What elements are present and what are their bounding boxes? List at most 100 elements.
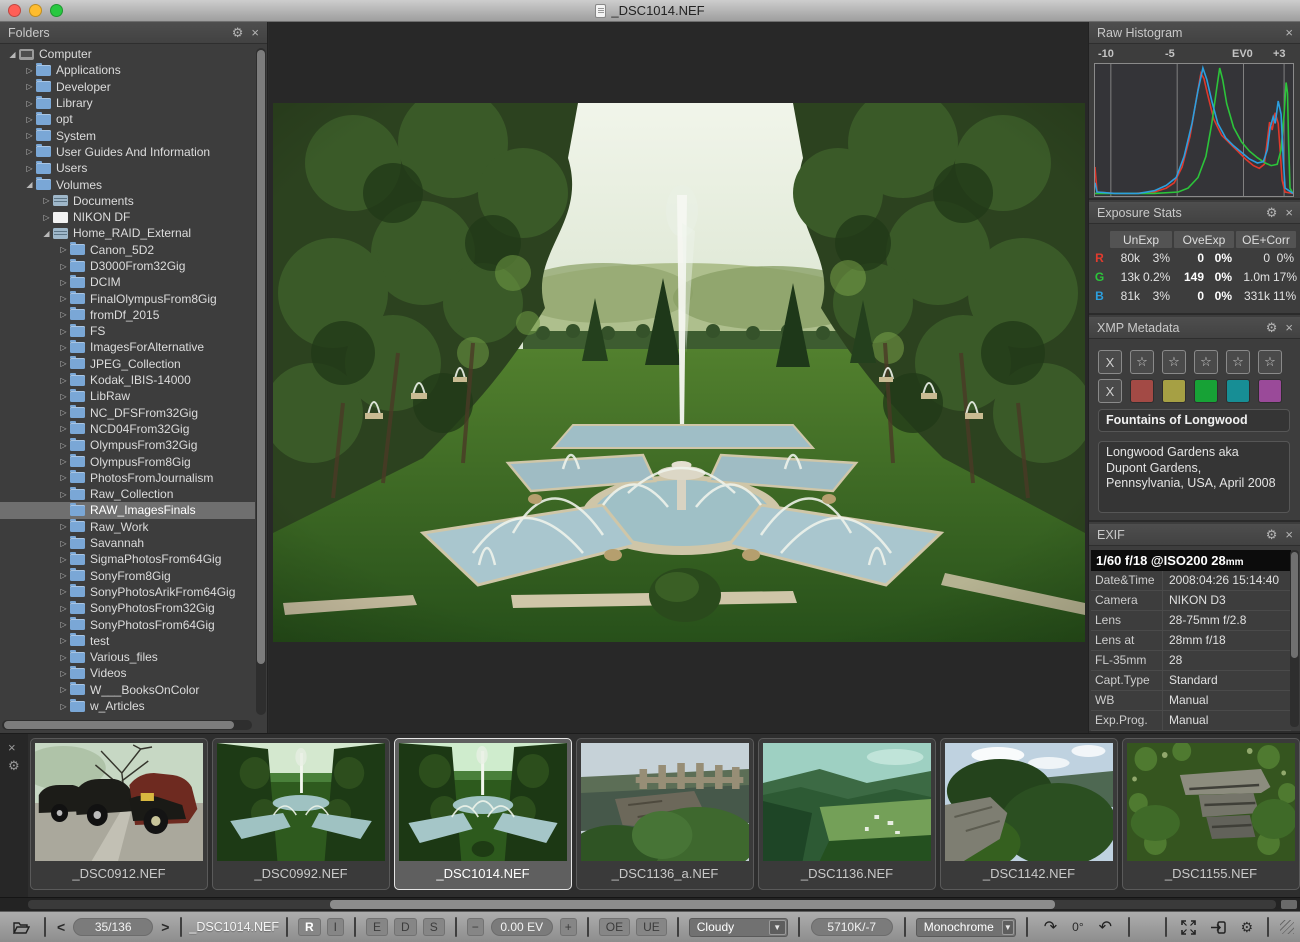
tree-item-fromdf-2015[interactable]: ▷ fromDf_2015 xyxy=(0,307,255,323)
tree-item-raw-work[interactable]: ▷ Raw_Work xyxy=(0,519,255,535)
gear-icon[interactable]: ⚙ xyxy=(232,26,244,39)
fullscreen-icon[interactable] xyxy=(1181,919,1197,935)
color-label-swatch-5[interactable] xyxy=(1258,379,1282,403)
expand-arrow-icon[interactable]: ▷ xyxy=(57,473,70,482)
details-button[interactable]: D xyxy=(394,918,417,936)
expand-arrow-icon[interactable]: ▷ xyxy=(57,620,70,629)
exif-scrollbar[interactable] xyxy=(1290,550,1299,727)
expand-arrow-icon[interactable]: ▷ xyxy=(57,359,70,368)
tree-item-raw-collection[interactable]: ▷ Raw_Collection xyxy=(0,486,255,502)
settings-gear-icon[interactable]: ⚙ xyxy=(1240,919,1253,936)
tree-item-raw-imagesfinals[interactable]: RAW_ImagesFinals xyxy=(0,502,255,519)
expand-arrow-icon[interactable]: ▷ xyxy=(57,571,70,580)
rotate-right-icon[interactable]: ↷ xyxy=(1044,917,1057,937)
tree-item-sonyphotosfrom32gig[interactable]: ▷ SonyPhotosFrom32Gig xyxy=(0,600,255,616)
filmstrip-thumbnail--dsc0912-nef[interactable]: _DSC0912.NEF xyxy=(30,738,208,890)
tree-item-sonyfrom8gig[interactable]: ▷ SonyFrom8Gig xyxy=(0,568,255,584)
gear-icon[interactable]: ⚙ xyxy=(1266,528,1278,541)
tree-item-user-guides-and-information[interactable]: ▷ User Guides And Information xyxy=(0,144,255,160)
filmstrip-thumbnail--dsc1155-nef[interactable]: _DSC1155.NEF xyxy=(1122,738,1300,890)
filmstrip-thumbnail--dsc1014-nef[interactable]: _DSC1014.NEF xyxy=(394,738,572,890)
expand-arrow-icon[interactable]: ▷ xyxy=(57,294,70,303)
expand-arrow-icon[interactable]: ▷ xyxy=(23,164,36,173)
tree-item-developer[interactable]: ▷ Developer xyxy=(0,79,255,95)
expand-arrow-icon[interactable]: ▷ xyxy=(57,310,70,319)
expand-arrow-icon[interactable]: ▷ xyxy=(57,278,70,287)
tree-item-documents[interactable]: ▷ Documents xyxy=(0,193,255,209)
tree-item-applications[interactable]: ▷ Applications xyxy=(0,62,255,78)
next-image-button[interactable]: > xyxy=(161,919,169,935)
render-mode-dropdown[interactable]: Monochrome ▼ xyxy=(915,917,1016,937)
tree-item-computer[interactable]: ◢ Computer xyxy=(0,46,255,62)
filmstrip-thumbnail--dsc0992-nef[interactable]: _DSC0992.NEF xyxy=(212,738,390,890)
xmp-title-field[interactable]: Fountains of Longwood xyxy=(1098,409,1290,432)
rotate-left-icon[interactable]: ↶ xyxy=(1099,917,1112,937)
tree-item-sonyphotosarikfrom64gig[interactable]: ▷ SonyPhotosArikFrom64Gig xyxy=(0,584,255,600)
collapse-arrow-icon[interactable]: ◢ xyxy=(40,229,53,238)
close-icon[interactable]: × xyxy=(1285,528,1293,541)
minimize-window-button[interactable] xyxy=(29,4,42,17)
filmstrip-thumbnail--dsc1136-a-nef[interactable]: _DSC1136_a.NEF xyxy=(576,738,754,890)
tree-item-d3000from32gig[interactable]: ▷ D3000From32Gig xyxy=(0,258,255,274)
close-icon[interactable]: × xyxy=(251,26,259,39)
expand-arrow-icon[interactable]: ▷ xyxy=(57,408,70,417)
close-icon[interactable]: × xyxy=(1285,26,1293,39)
filmstrip-gear-icon[interactable]: ⚙ xyxy=(8,758,20,774)
tree-item-opt[interactable]: ▷ opt xyxy=(0,111,255,127)
expand-arrow-icon[interactable]: ▷ xyxy=(57,522,70,531)
expand-arrow-icon[interactable]: ▷ xyxy=(23,115,36,124)
tree-item-canon-5d2[interactable]: ▷ Canon_5D2 xyxy=(0,242,255,258)
overexposure-toggle[interactable]: OE xyxy=(598,918,631,936)
color-label-swatch-1[interactable] xyxy=(1130,379,1154,403)
gear-icon[interactable]: ⚙ xyxy=(1266,321,1278,334)
previous-image-button[interactable]: < xyxy=(57,919,65,935)
resize-grip[interactable] xyxy=(1280,920,1294,934)
tree-item-photosfromjournalism[interactable]: ▷ PhotosFromJournalism xyxy=(0,470,255,486)
tree-item-imagesforalternative[interactable]: ▷ ImagesForAlternative xyxy=(0,339,255,355)
color-label-swatch-4[interactable] xyxy=(1226,379,1250,403)
star-rating-button-5[interactable]: ☆ xyxy=(1258,350,1282,374)
ev-decrease-button[interactable]: − xyxy=(466,918,484,936)
color-label-swatch-2[interactable] xyxy=(1162,379,1186,403)
tree-item-nikon-df[interactable]: ▷ NIKON DF xyxy=(0,209,255,225)
expand-arrow-icon[interactable]: ▷ xyxy=(57,441,70,450)
expand-arrow-icon[interactable]: ▷ xyxy=(40,213,53,222)
tree-item-ncd04from32gig[interactable]: ▷ NCD04From32Gig xyxy=(0,421,255,437)
tree-item-volumes[interactable]: ◢ Volumes xyxy=(0,176,255,192)
tree-item-sigmaphotosfrom64gig[interactable]: ▷ SigmaPhotosFrom64Gig xyxy=(0,551,255,567)
tree-item-dcim[interactable]: ▷ DCIM xyxy=(0,274,255,290)
tree-item-jpeg-collection[interactable]: ▷ JPEG_Collection xyxy=(0,356,255,372)
tree-item-fs[interactable]: ▷ FS xyxy=(0,323,255,339)
tree-item-various-files[interactable]: ▷ Various_files xyxy=(0,649,255,665)
filmstrip-scrollbar[interactable] xyxy=(0,897,1300,911)
tree-item-home-raid-external[interactable]: ◢ Home_RAID_External xyxy=(0,225,255,241)
expand-arrow-icon[interactable]: ▷ xyxy=(40,196,53,205)
expand-arrow-icon[interactable]: ▷ xyxy=(57,587,70,596)
internal-jpeg-button[interactable]: I xyxy=(326,918,345,936)
xmp-description-field[interactable]: Longwood Gardens aka Dupont Gardens, Pen… xyxy=(1098,441,1290,513)
close-icon[interactable]: × xyxy=(1285,321,1293,334)
expand-arrow-icon[interactable]: ▷ xyxy=(57,490,70,499)
main-image[interactable] xyxy=(263,88,1093,642)
expand-arrow-icon[interactable]: ▷ xyxy=(57,424,70,433)
tree-item-finalolympusfrom8gig[interactable]: ▷ FinalOlympusFrom8Gig xyxy=(0,290,255,306)
expand-arrow-icon[interactable]: ▷ xyxy=(23,82,36,91)
expand-arrow-icon[interactable]: ▷ xyxy=(57,262,70,271)
ev-increase-button[interactable]: + xyxy=(559,918,577,936)
raw-mode-button[interactable]: R xyxy=(298,918,321,936)
close-filmstrip-icon[interactable]: × xyxy=(8,740,16,755)
tree-item-olympusfrom8gig[interactable]: ▷ OlympusFrom8Gig xyxy=(0,453,255,469)
expand-arrow-icon[interactable]: ▷ xyxy=(57,457,70,466)
underexposure-toggle[interactable]: UE xyxy=(636,918,667,936)
expand-arrow-icon[interactable]: ▷ xyxy=(57,604,70,613)
tree-item-users[interactable]: ▷ Users xyxy=(0,160,255,176)
star-rating-button-2[interactable]: ☆ xyxy=(1162,350,1186,374)
expand-arrow-icon[interactable]: ▷ xyxy=(23,66,36,75)
open-folder-icon[interactable] xyxy=(13,921,30,934)
star-rating-button-4[interactable]: ☆ xyxy=(1226,350,1250,374)
star-rating-button-3[interactable]: ☆ xyxy=(1194,350,1218,374)
tree-item-videos[interactable]: ▷ Videos xyxy=(0,665,255,681)
export-icon[interactable] xyxy=(1210,920,1227,934)
tree-item-libraw[interactable]: ▷ LibRaw xyxy=(0,388,255,404)
filmstrip-thumbnail--dsc1136-nef[interactable]: _DSC1136.NEF xyxy=(758,738,936,890)
